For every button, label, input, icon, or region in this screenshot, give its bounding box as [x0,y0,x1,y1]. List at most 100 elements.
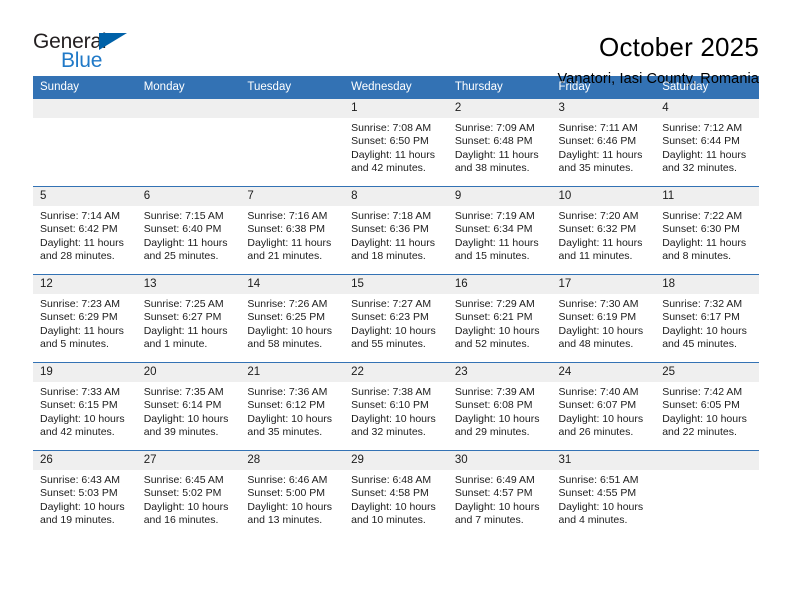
day-number: 9 [447,187,552,206]
sunset-text: Sunset: 6:27 PM [143,311,222,324]
logo-text-blue: Blue [61,49,103,72]
daylight-text: Daylight: 11 hours and 11 minutes. [558,236,643,263]
calendar-day-cell[interactable]: 1 Sunrise: 7:08 AM Sunset: 6:50 PM Daylight… [344,98,448,187]
day-number: 30 [447,451,552,470]
calendar-day-cell[interactable]: 21 Sunrise: 7:36 AM Sunset: 6:12 PM Dayligh… [240,362,345,451]
calendar-day-cell[interactable]: 11 Sunrise: 7:22 AM Sunset: 6:30 PM Dayligh… [655,186,759,275]
calendar-week-row: 1 Sunrise: 7:08 AM Sunset: 6:50 PM Daylight… [33,98,759,187]
sunset-text: Sunset: 6:25 PM [247,311,326,324]
day-number: 27 [136,451,241,470]
calendar-day-cell[interactable]: 16 Sunrise: 7:29 AM Sunset: 6:21 PM Dayligh… [447,274,552,363]
sunset-text: Sunset: 6:10 PM [351,399,429,412]
day-details: Sunrise: 7:16 AM Sunset: 6:38 PM Daylight:… [240,206,344,264]
sunrise-text: Sunrise: 7:32 AM [662,298,743,310]
calendar-week-row: 5 Sunrise: 7:14 AM Sunset: 6:42 PM Daylight… [33,186,759,275]
daylight-text: Daylight: 10 hours and 10 minutes. [351,500,436,527]
sunset-text: Sunset: 6:30 PM [662,223,740,236]
day-details: Sunrise: 7:09 AM Sunset: 6:48 PM Daylight:… [448,118,552,176]
calendar-day-cell[interactable]: 28 Sunrise: 6:46 AM Sunset: 5:00 PM Dayligh… [240,450,345,539]
calendar-day-cell[interactable]: 29 Sunrise: 6:48 AM Sunset: 4:58 PM Dayligh… [344,450,448,539]
calendar-day-cell[interactable]: 19 Sunrise: 7:33 AM Sunset: 6:15 PM Dayligh… [33,362,137,451]
day-number [33,99,137,118]
day-number: 10 [551,187,656,206]
day-details: Sunrise: 6:51 AM Sunset: 4:55 PM Daylight:… [552,470,656,528]
calendar-day-cell[interactable]: 25 Sunrise: 7:42 AM Sunset: 6:05 PM Dayligh… [655,362,759,451]
calendar-day-cell[interactable]: 14 Sunrise: 7:26 AM Sunset: 6:25 PM Dayligh… [240,274,345,363]
calendar-day-cell[interactable]: 23 Sunrise: 7:39 AM Sunset: 6:08 PM Dayligh… [447,362,552,451]
daylight-text: Daylight: 10 hours and 58 minutes. [247,324,333,351]
day-details: Sunrise: 7:08 AM Sunset: 6:50 PM Daylight:… [344,118,448,176]
sunset-text: Sunset: 6:15 PM [40,399,118,412]
calendar-day-cell[interactable]: 24 Sunrise: 7:40 AM Sunset: 6:07 PM Dayligh… [551,362,656,451]
calendar-day-cell[interactable]: 20 Sunrise: 7:35 AM Sunset: 6:14 PM Dayligh… [136,362,241,451]
day-details: Sunrise: 6:49 AM Sunset: 4:57 PM Daylight:… [448,470,552,528]
calendar-cell-empty [655,450,759,539]
sunrise-text: Sunrise: 7:42 AM [662,386,743,398]
day-number: 14 [240,275,345,294]
calendar-day-cell[interactable]: 2 Sunrise: 7:09 AM Sunset: 6:48 PM Daylight… [447,98,552,187]
weekday-header-thursday: Thursday [447,76,552,99]
daylight-text: Daylight: 11 hours and 32 minutes. [662,148,747,175]
day-number: 3 [551,99,656,118]
day-number [136,99,241,118]
calendar-day-cell[interactable]: 6 Sunrise: 7:15 AM Sunset: 6:40 PM Daylight… [136,186,241,275]
calendar-day-cell[interactable]: 7 Sunrise: 7:16 AM Sunset: 6:38 PM Daylight… [240,186,345,275]
daylight-text: Daylight: 11 hours and 15 minutes. [454,236,539,263]
day-number: 21 [240,363,345,382]
calendar-day-cell[interactable]: 3 Sunrise: 7:11 AM Sunset: 6:46 PM Daylight… [551,98,656,187]
day-number: 23 [447,363,552,382]
calendar-day-cell[interactable]: 12 Sunrise: 7:23 AM Sunset: 6:29 PM Dayligh… [33,274,137,363]
sunrise-text: Sunrise: 7:33 AM [40,386,120,398]
day-number: 20 [136,363,241,382]
calendar-day-cell[interactable]: 30 Sunrise: 6:49 AM Sunset: 4:57 PM Dayligh… [447,450,552,539]
calendar-day-cell[interactable]: 22 Sunrise: 7:38 AM Sunset: 6:10 PM Dayligh… [344,362,448,451]
calendar-cell-empty [136,98,241,187]
day-details: Sunrise: 6:46 AM Sunset: 5:00 PM Daylight:… [240,470,344,528]
calendar-day-cell[interactable]: 27 Sunrise: 6:45 AM Sunset: 5:02 PM Dayligh… [136,450,241,539]
calendar-day-cell[interactable]: 8 Sunrise: 7:18 AM Sunset: 6:36 PM Daylight… [344,186,448,275]
calendar-day-cell[interactable]: 4 Sunrise: 7:12 AM Sunset: 6:44 PM Daylight… [655,98,759,187]
day-number: 18 [655,275,759,294]
day-details: Sunrise: 7:42 AM Sunset: 6:05 PM Daylight:… [655,382,759,440]
day-number: 13 [136,275,241,294]
sunrise-text: Sunrise: 7:11 AM [558,122,638,134]
day-number: 17 [551,275,656,294]
day-details: Sunrise: 7:36 AM Sunset: 6:12 PM Daylight:… [240,382,344,440]
sunset-text: Sunset: 6:08 PM [454,399,533,412]
day-number: 31 [551,451,656,470]
daylight-text: Daylight: 11 hours and 35 minutes. [558,148,643,175]
calendar-day-cell[interactable]: 9 Sunrise: 7:19 AM Sunset: 6:34 PM Daylight… [447,186,552,275]
sunset-text: Sunset: 5:00 PM [247,487,326,500]
sunset-text: Sunset: 4:58 PM [351,487,429,500]
calendar-day-cell[interactable]: 5 Sunrise: 7:14 AM Sunset: 6:42 PM Daylight… [33,186,137,275]
sunrise-text: Sunrise: 6:48 AM [351,474,432,486]
calendar-day-cell[interactable]: 15 Sunrise: 7:27 AM Sunset: 6:23 PM Dayligh… [344,274,448,363]
sunset-text: Sunset: 6:17 PM [662,311,740,324]
calendar-day-cell[interactable]: 13 Sunrise: 7:25 AM Sunset: 6:27 PM Dayligh… [136,274,241,363]
sunrise-text: Sunrise: 7:23 AM [40,298,120,310]
calendar-day-cell[interactable]: 26 Sunrise: 6:43 AM Sunset: 5:03 PM Dayligh… [33,450,137,539]
calendar-day-cell[interactable]: 17 Sunrise: 7:30 AM Sunset: 6:19 PM Dayligh… [551,274,656,363]
daylight-text: Daylight: 10 hours and 55 minutes. [351,324,436,351]
sunset-text: Sunset: 6:05 PM [662,399,740,412]
day-number: 11 [655,187,759,206]
calendar-day-cell[interactable]: 10 Sunrise: 7:20 AM Sunset: 6:32 PM Dayligh… [551,186,656,275]
calendar-day-cell[interactable]: 31 Sunrise: 6:51 AM Sunset: 4:55 PM Dayligh… [551,450,656,539]
day-details: Sunrise: 7:18 AM Sunset: 6:36 PM Daylight:… [344,206,448,264]
calendar-day-cell[interactable]: 18 Sunrise: 7:32 AM Sunset: 6:17 PM Dayligh… [655,274,759,363]
sunrise-text: Sunrise: 7:18 AM [351,210,432,222]
day-number [240,99,345,118]
day-details: Sunrise: 7:20 AM Sunset: 6:32 PM Daylight:… [552,206,656,264]
sunset-text: Sunset: 6:14 PM [143,399,222,412]
daylight-text: Daylight: 10 hours and 29 minutes. [454,412,540,439]
daylight-text: Daylight: 10 hours and 13 minutes. [247,500,333,527]
calendar-week-row: 26 Sunrise: 6:43 AM Sunset: 5:03 PM Dayligh… [33,450,759,539]
daylight-text: Daylight: 10 hours and 39 minutes. [143,412,229,439]
daylight-text: Daylight: 10 hours and 35 minutes. [247,412,333,439]
daylight-text: Daylight: 10 hours and 45 minutes. [662,324,747,351]
day-details: Sunrise: 7:33 AM Sunset: 6:15 PM Daylight:… [33,382,137,440]
sunrise-text: Sunrise: 7:40 AM [558,386,639,398]
daylight-text: Daylight: 11 hours and 5 minutes. [40,324,124,351]
sunset-text: Sunset: 4:55 PM [558,487,637,500]
sunset-text: Sunset: 6:46 PM [558,135,637,148]
